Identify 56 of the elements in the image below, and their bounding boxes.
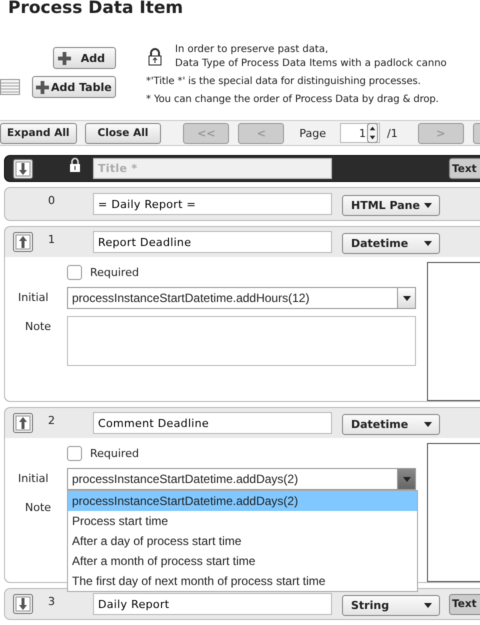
type-select[interactable]: Datetime [342, 414, 440, 434]
name-field[interactable]: Daily Report [93, 593, 332, 615]
down-arrow-icon[interactable] [13, 158, 33, 178]
caret-icon [424, 602, 432, 608]
page-label: Page [299, 126, 326, 140]
caret-icon [424, 422, 432, 426]
initial-select[interactable]: processInstanceStartDatetime.addHours(12) [67, 287, 416, 309]
note-text: In order to preserve past data, [175, 43, 330, 57]
menu-option[interactable]: After a day of process start time [68, 531, 417, 551]
name-field[interactable]: Report Deadline [93, 231, 332, 253]
up-arrow-icon[interactable] [13, 413, 33, 433]
name-field[interactable]: = Daily Report = [93, 193, 332, 215]
text-button[interactable]: Text [449, 594, 480, 614]
item-number: 3 [47, 594, 56, 608]
caret-icon [424, 240, 432, 246]
type-select[interactable]: String [342, 594, 440, 616]
down-arrow-icon[interactable] [13, 594, 33, 614]
required-checkbox[interactable] [67, 265, 82, 280]
required-label: Required [90, 266, 139, 279]
up-arrow-icon[interactable] [13, 232, 33, 252]
note-label: Note [24, 500, 52, 514]
caret-icon [402, 476, 410, 482]
page-spinner[interactable]: 1 [340, 123, 380, 143]
required-label: Required [90, 447, 139, 460]
padlock-icon [148, 48, 162, 66]
name-field[interactable]: Comment Deadline [93, 412, 332, 434]
title-field[interactable]: Title * [93, 158, 332, 179]
add-table-button[interactable]: Add Table [32, 76, 116, 98]
page-title: Process Data Item [7, 0, 184, 18]
initial-label: Initial [17, 471, 50, 487]
caret-icon [402, 296, 410, 300]
item-number: 2 [47, 413, 56, 427]
menu-option[interactable]: The first day of next month of process start time [68, 571, 417, 591]
note-text: * You can change the order of Process Data by drag & drop. [146, 93, 440, 107]
type-select[interactable]: Datetime [342, 232, 440, 254]
caret-icon [424, 202, 432, 208]
initial-select[interactable]: processInstanceStartDatetime.addDays(2) [67, 468, 416, 490]
text-button[interactable]: Text [449, 158, 480, 179]
menu-option[interactable]: Process start time [68, 511, 417, 531]
add-button[interactable]: Add [53, 47, 116, 69]
plus-icon [58, 52, 71, 64]
initial-label: Initial [17, 290, 50, 306]
note-label: Note [24, 319, 52, 335]
page-total: /1 [387, 126, 398, 140]
note-field[interactable] [67, 316, 416, 366]
item-number: 1 [47, 232, 56, 246]
menu-option[interactable]: processInstanceStartDatetime.addDays(2) [68, 491, 417, 511]
note-text: Data Type of Process Data Items with a padlock canno [175, 57, 447, 71]
type-select[interactable]: HTML Pane [342, 194, 440, 216]
plus-icon [36, 80, 49, 94]
required-checkbox[interactable] [67, 446, 82, 461]
note-text: *'Title *' is the special data for distinguishing processes. [146, 75, 422, 89]
expand-all-button[interactable]: Expand All [0, 122, 77, 144]
item-number: 0 [47, 193, 56, 207]
menu-option[interactable]: After a month of process start time [68, 551, 417, 571]
close-all-button[interactable]: Close All [84, 122, 162, 144]
